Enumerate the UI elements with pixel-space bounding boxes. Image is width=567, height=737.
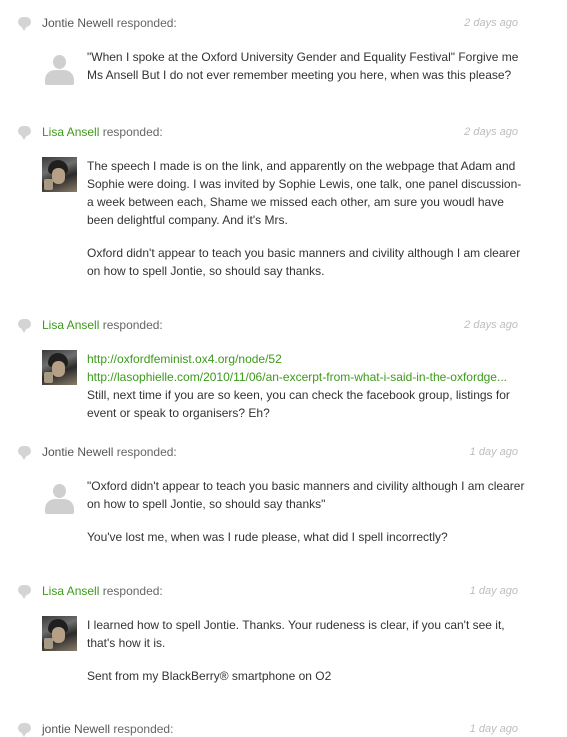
comment-body: "When I spoke at the Oxford University G… bbox=[87, 48, 527, 99]
avatar-cup-shape bbox=[44, 372, 53, 383]
responded-label: responded: bbox=[113, 722, 174, 736]
speech-bubble-icon bbox=[18, 319, 31, 333]
comment-paragraph: You've lost me, when was I rude please, … bbox=[87, 530, 448, 544]
user-photo-avatar[interactable] bbox=[42, 350, 77, 385]
default-user-avatar[interactable] bbox=[42, 51, 77, 86]
responded-label: responded: bbox=[102, 125, 163, 139]
speech-bubble-icon bbox=[18, 585, 31, 599]
avatar-body-shape bbox=[45, 499, 74, 514]
comment-paragraph: "When I spoke at the Oxford University G… bbox=[87, 50, 519, 82]
comment-author: Jontie Newell bbox=[42, 16, 114, 30]
speech-bubble-icon bbox=[18, 126, 31, 140]
comment-timestamp: 1 day ago bbox=[469, 585, 518, 597]
comment-paragraph: Oxford didn't appear to teach you basic … bbox=[87, 246, 521, 278]
comment-header: Lisa Ansell responded: 2 days ago bbox=[42, 124, 518, 140]
comment-body: http://oxfordfeminist.ox4.org/node/52 ht… bbox=[87, 350, 527, 437]
speech-bubble-icon bbox=[18, 723, 31, 737]
comment-timestamp: 2 days ago bbox=[464, 126, 518, 138]
responded-label: responded: bbox=[102, 318, 163, 332]
comment-body: "Oxford didn't appear to teach you basic… bbox=[87, 477, 527, 561]
comment-paragraph: "Oxford didn't appear to teach you basic… bbox=[87, 479, 525, 511]
responded-label: responded: bbox=[102, 584, 163, 598]
comment-body: The speech I made is on the link, and ap… bbox=[87, 157, 527, 295]
comment-paragraph: Still, next time if you are so keen, you… bbox=[87, 388, 510, 420]
user-photo-avatar[interactable] bbox=[42, 616, 77, 651]
comment-paragraph: Sent from my BlackBerry® smartphone on O… bbox=[87, 669, 332, 683]
comment-link[interactable]: http://oxfordfeminist.ox4.org/node/52 bbox=[87, 350, 527, 368]
comment-header: Jontie Newell responded: 2 days ago bbox=[42, 15, 518, 31]
comment-header: Jontie Newell responded: 1 day ago bbox=[42, 444, 518, 460]
avatar-cup-shape bbox=[44, 638, 53, 649]
comment-body: I learned how to spell Jontie. Thanks. Y… bbox=[87, 616, 527, 700]
comment-author-link[interactable]: Lisa Ansell bbox=[42, 318, 99, 332]
avatar-face-shape bbox=[52, 168, 65, 184]
responded-label: responded: bbox=[116, 16, 177, 30]
comment-timestamp: 2 days ago bbox=[464, 17, 518, 29]
avatar-head-shape bbox=[53, 55, 66, 69]
avatar-head-shape bbox=[53, 484, 66, 498]
default-user-avatar[interactable] bbox=[42, 480, 77, 515]
comment-paragraph: I learned how to spell Jontie. Thanks. Y… bbox=[87, 618, 505, 650]
avatar-face-shape bbox=[52, 361, 65, 377]
avatar-cup-shape bbox=[44, 179, 53, 190]
speech-bubble-icon bbox=[18, 17, 31, 31]
comment-paragraph: The speech I made is on the link, and ap… bbox=[87, 159, 522, 227]
comment-header: jontie Newell responded: 1 day ago bbox=[42, 721, 518, 737]
responded-label: responded: bbox=[116, 445, 177, 459]
avatar-face-shape bbox=[52, 627, 65, 643]
user-photo-avatar[interactable] bbox=[42, 157, 77, 192]
comment-link[interactable]: http://lasophielle.com/2010/11/06/an-exc… bbox=[87, 368, 527, 386]
comment-author-link[interactable]: Lisa Ansell bbox=[42, 125, 99, 139]
comment-timestamp: 2 days ago bbox=[464, 319, 518, 331]
comment-timestamp: 1 day ago bbox=[469, 723, 518, 735]
comment-author: jontie Newell bbox=[42, 722, 111, 736]
avatar-body-shape bbox=[45, 70, 74, 85]
comment-author-link[interactable]: Lisa Ansell bbox=[42, 584, 99, 598]
comment-header: Lisa Ansell responded: 2 days ago bbox=[42, 317, 518, 333]
comment-header: Lisa Ansell responded: 1 day ago bbox=[42, 583, 518, 599]
comment-author: Jontie Newell bbox=[42, 445, 114, 459]
comment-timestamp: 1 day ago bbox=[469, 446, 518, 458]
speech-bubble-icon bbox=[18, 446, 31, 460]
